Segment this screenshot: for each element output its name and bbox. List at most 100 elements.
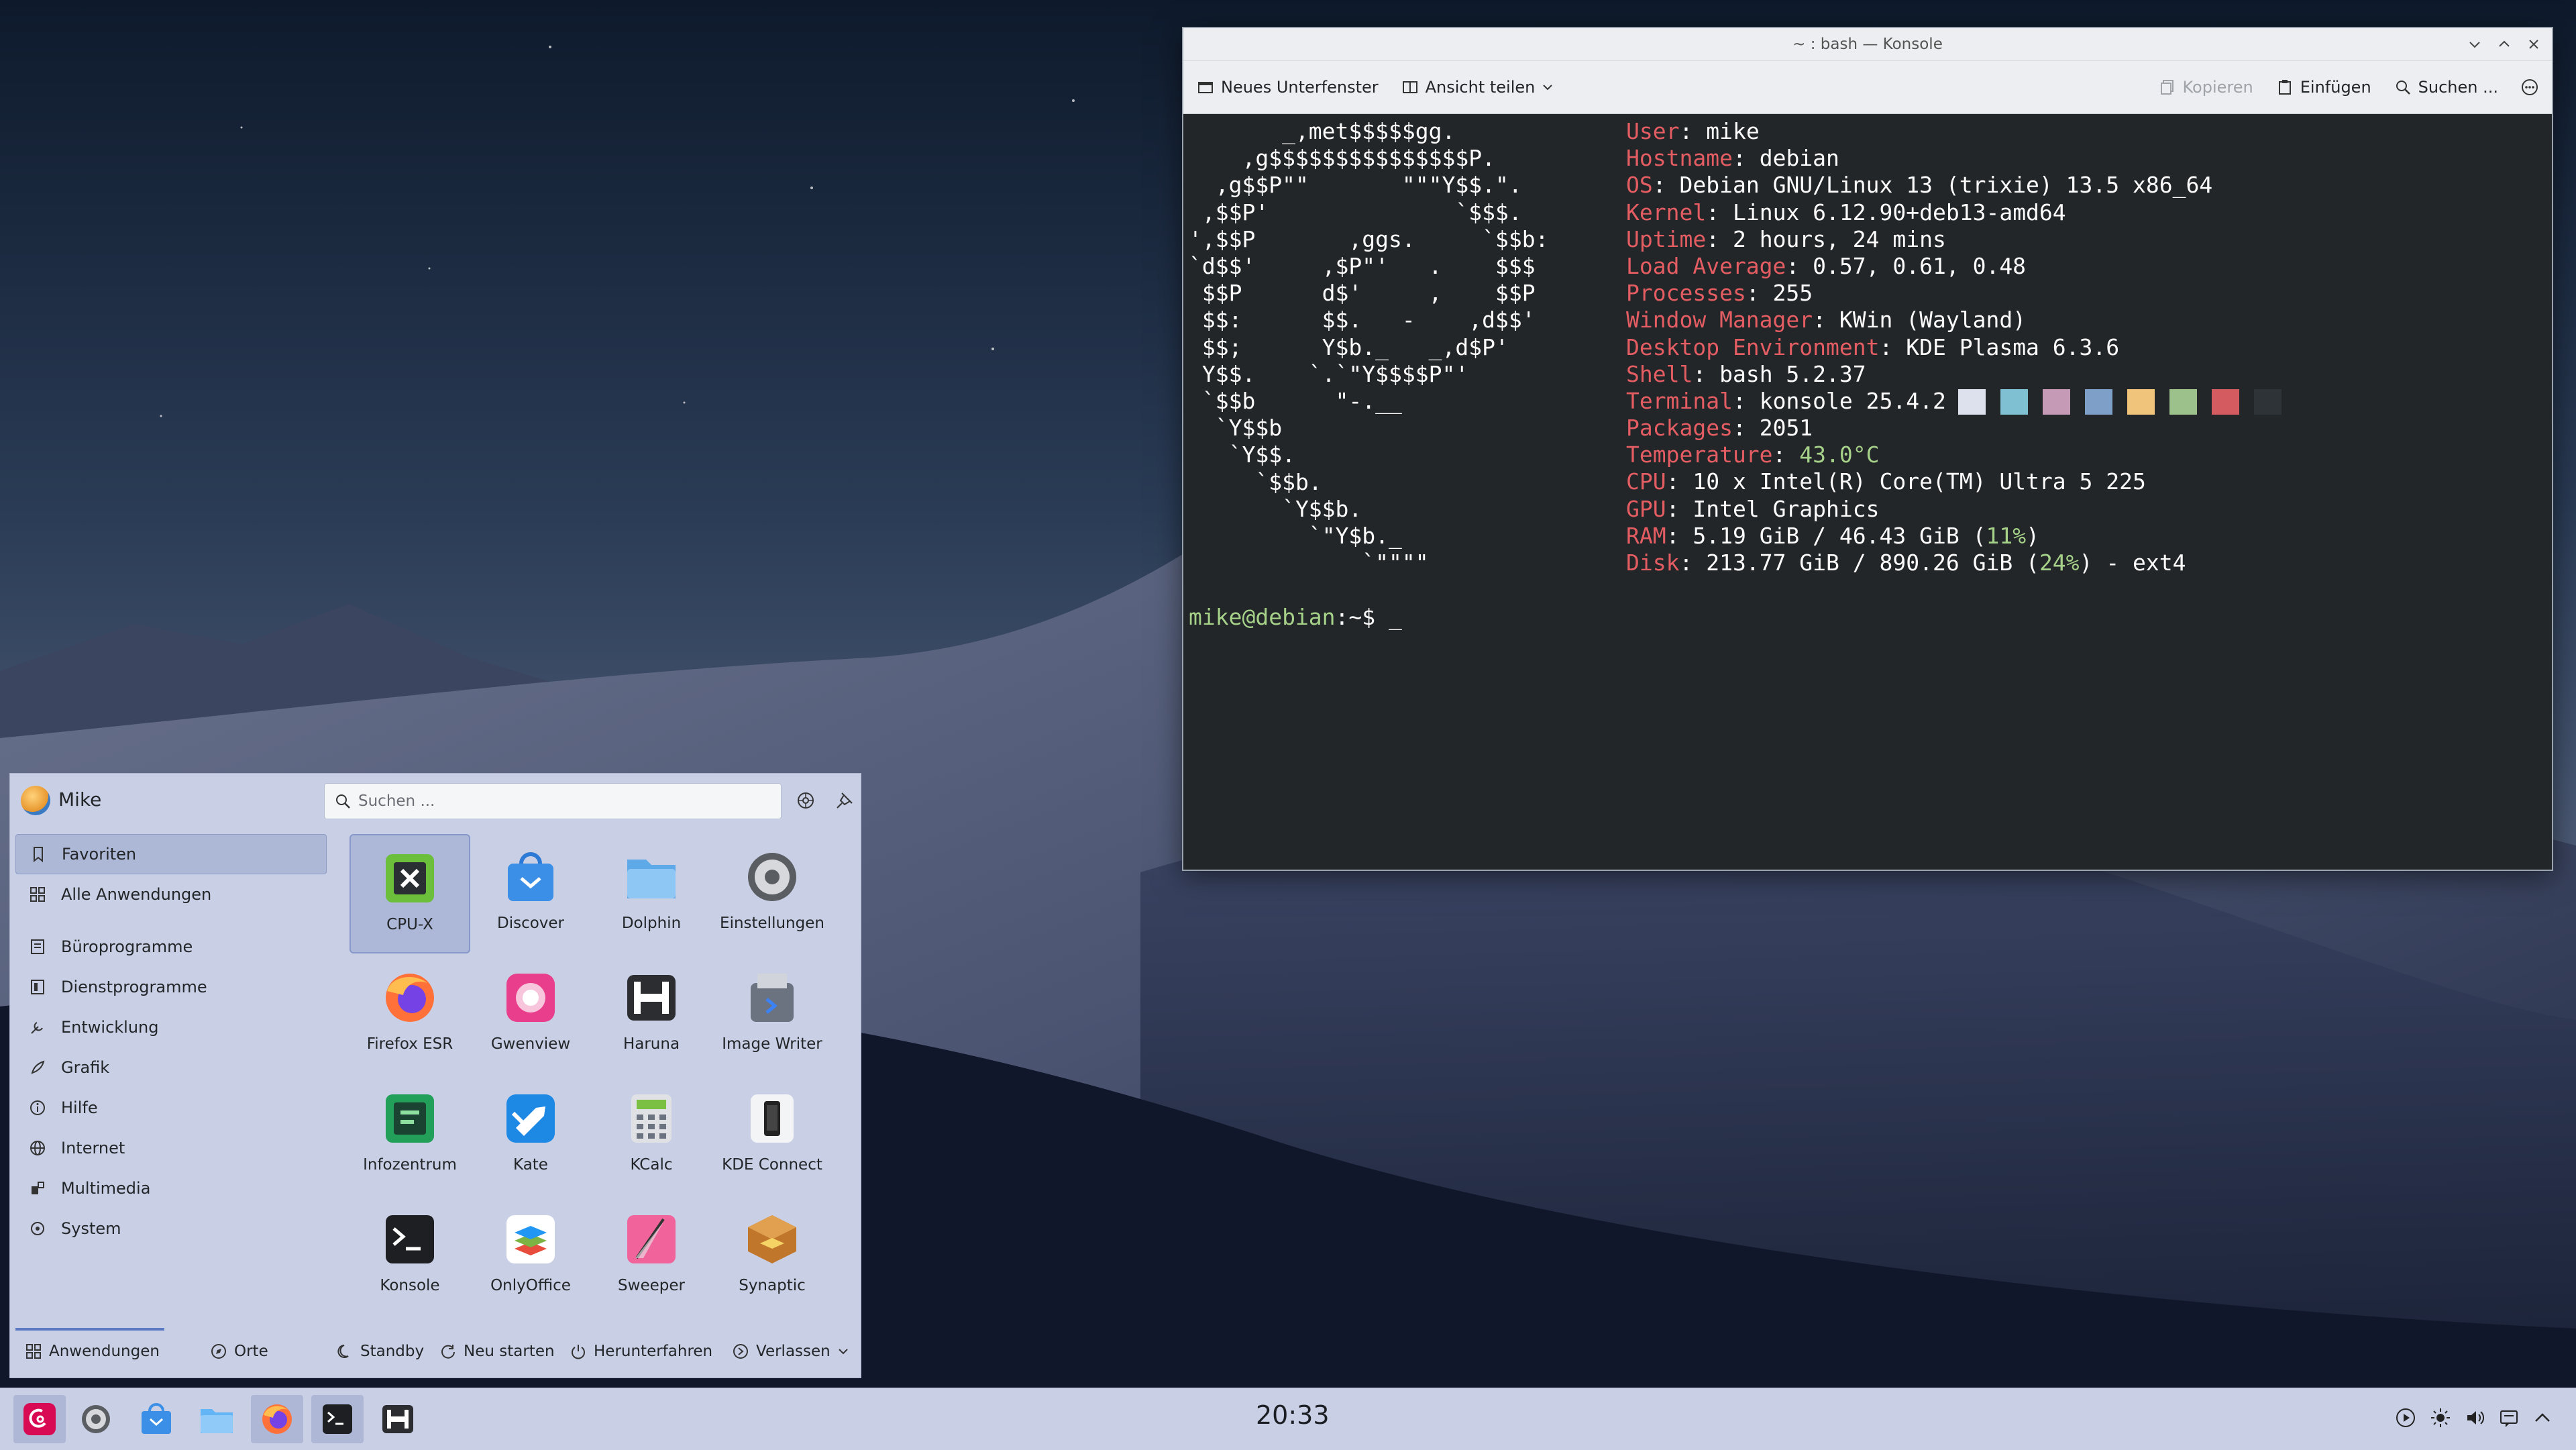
taskbar-panel: 20:33: [0, 1388, 2576, 1450]
search-icon: [2396, 81, 2410, 95]
sidebar-item-dienstprogramme[interactable]: Dienstprogramme: [15, 967, 327, 1007]
app-tile-kcalc[interactable]: KCalc: [591, 1076, 712, 1195]
app-label: Discover: [496, 915, 565, 932]
multimedia-icon: [32, 1182, 44, 1194]
task-konsole[interactable]: [311, 1395, 364, 1443]
task-firefox[interactable]: [251, 1395, 303, 1443]
app-label: Einstellungen: [720, 915, 824, 932]
tab-places[interactable]: Orte: [210, 1343, 268, 1360]
volume-tray-button[interactable]: [2462, 1404, 2489, 1431]
shutdown-button[interactable]: Herunterfahren: [570, 1343, 712, 1360]
window-titlebar[interactable]: ~ : bash — Konsole: [1183, 28, 2552, 61]
app-tile-kate[interactable]: Kate: [470, 1076, 591, 1195]
shell-prompt: mike@debian:~$ _: [1189, 604, 1402, 631]
utilities-icon: [31, 980, 44, 994]
konsole-toolbar: Neues Unterfenster Ansicht teilen Kopier…: [1183, 61, 2552, 114]
new-tab-button[interactable]: Neues Unterfenster: [1197, 78, 1379, 97]
launcher-sidebar: Favoriten Alle Anwendungen Büroprogramme Di…: [15, 834, 327, 1249]
task-settings[interactable]: [70, 1395, 122, 1443]
tab-applications[interactable]: Anwendungen: [25, 1343, 160, 1360]
sidebar-item-multimedia[interactable]: Multimedia: [15, 1168, 327, 1208]
sidebar-item-label: Hilfe: [61, 1098, 98, 1117]
system-info: User: mike Hostname: debian OS: Debian GNU…: [1626, 118, 2282, 576]
info-line: GPU: Intel Graphics: [1626, 495, 1880, 522]
sidebar-item-internet[interactable]: Internet: [15, 1128, 327, 1168]
info-value: 2051: [1759, 415, 1813, 442]
task-dolphin[interactable]: [191, 1395, 243, 1443]
task-discover[interactable]: [130, 1395, 182, 1443]
app-tile-cpu-x[interactable]: CPU-X: [350, 834, 470, 953]
avatar[interactable]: [21, 786, 50, 815]
sidebar-item-entwicklung[interactable]: Entwicklung: [15, 1007, 327, 1047]
restart-button[interactable]: Neu starten: [439, 1343, 555, 1360]
pin-button[interactable]: [831, 787, 858, 814]
split-view-button[interactable]: Ansicht teilen: [1401, 78, 1554, 97]
sidebar-item-alle-anwendungen[interactable]: Alle Anwendungen: [15, 874, 327, 915]
compass-icon: [211, 1344, 226, 1359]
app-tile-kde-connect[interactable]: KDE Connect: [712, 1076, 833, 1195]
sidebar-item-büroprogramme[interactable]: Büroprogramme: [15, 927, 327, 967]
paste-button[interactable]: Einfügen: [2276, 78, 2371, 97]
standby-button[interactable]: Standby: [336, 1343, 424, 1360]
app-tile-infozentrum[interactable]: Infozentrum: [350, 1076, 470, 1195]
info-key: Packages: [1626, 415, 1733, 442]
info-value: debian: [1759, 145, 1839, 172]
sidebar-item-grafik[interactable]: Grafik: [15, 1047, 327, 1088]
minimize-button[interactable]: [2466, 36, 2483, 53]
haruna-icon: [382, 1405, 413, 1433]
palette-swatch: [2169, 389, 2197, 415]
sidebar-item-hilfe[interactable]: Hilfe: [15, 1088, 327, 1128]
settings-icon: [798, 792, 814, 809]
app-tile-gwenview[interactable]: Gwenview: [470, 955, 591, 1074]
clock[interactable]: 20:33: [1256, 1400, 1330, 1430]
app-tile-haruna[interactable]: Haruna: [591, 955, 712, 1074]
app-tile-konsole[interactable]: Konsole: [350, 1196, 470, 1316]
app-tile-einstellungen[interactable]: Einstellungen: [712, 834, 833, 953]
search-input[interactable]: Suchen ...: [324, 783, 782, 819]
terminal-area[interactable]: _,met$$$$$gg. ,g$$$$$$$$$$$$$$$P. ,g$$P"…: [1183, 114, 2552, 870]
launcher-button[interactable]: [13, 1395, 66, 1443]
search-button[interactable]: Suchen ...: [2394, 78, 2498, 97]
app-tile-dolphin[interactable]: Dolphin: [591, 834, 712, 953]
info-value: KWin (Wayland): [1839, 307, 2027, 333]
sidebar-item-label: Entwicklung: [61, 1018, 159, 1037]
configure-button[interactable]: [792, 787, 819, 814]
copy-button[interactable]: Kopieren: [2159, 78, 2253, 97]
chevron-down-icon: [1543, 85, 1553, 91]
folder-icon: [201, 1409, 233, 1433]
copy-label: Kopieren: [2182, 78, 2253, 97]
globe-icon: [30, 1141, 45, 1155]
info-value: 0.57, 0.61, 0.48: [1813, 252, 2027, 279]
app-tile-image-writer[interactable]: Image Writer: [712, 955, 833, 1074]
info-value: Debian GNU/Linux 13 (trixie) 13.5 x86_64: [1679, 172, 2213, 199]
app-tile-synaptic[interactable]: Synaptic: [712, 1196, 833, 1316]
info-line: Uptime: 2 hours, 24 mins: [1626, 225, 1946, 252]
palette-swatch: [2084, 389, 2112, 415]
konsole-window[interactable]: ~ : bash — Konsole Neues Unterfenster An…: [1182, 27, 2553, 871]
leave-label: Verlassen: [756, 1343, 830, 1360]
kcalc-icon: [631, 1094, 672, 1143]
leave-button[interactable]: Verlassen: [732, 1343, 849, 1360]
launcher-header: Mike Suchen ...: [10, 774, 861, 827]
power-icon: [572, 1345, 585, 1359]
task-haruna[interactable]: [372, 1395, 424, 1443]
app-tile-onlyoffice[interactable]: OnlyOffice: [470, 1196, 591, 1316]
brightness-tray-button[interactable]: [2427, 1404, 2454, 1431]
expand-tray-button[interactable]: [2529, 1404, 2556, 1431]
notifications-tray-button[interactable]: [2496, 1404, 2522, 1431]
info-value: KDE Plasma 6.3.6: [1906, 333, 2120, 360]
info-value: 43.0°C: [1799, 442, 1880, 468]
sidebar-item-favoriten[interactable]: Favoriten: [15, 834, 327, 874]
info-key: Shell: [1626, 360, 1693, 387]
close-button[interactable]: [2525, 36, 2542, 53]
palette-swatch: [2253, 389, 2282, 415]
more-menu-button[interactable]: [2521, 79, 2538, 96]
info-percent: 24%: [2039, 550, 2080, 576]
app-tile-sweeper[interactable]: Sweeper: [591, 1196, 712, 1316]
maximize-button[interactable]: [2496, 36, 2513, 53]
sidebar-item-system[interactable]: System: [15, 1208, 327, 1249]
app-tile-discover[interactable]: Discover: [470, 834, 591, 953]
speaker-icon: [2467, 1411, 2485, 1425]
media-player-tray-button[interactable]: [2392, 1404, 2419, 1431]
app-tile-firefox-esr[interactable]: Firefox ESR: [350, 955, 470, 1074]
